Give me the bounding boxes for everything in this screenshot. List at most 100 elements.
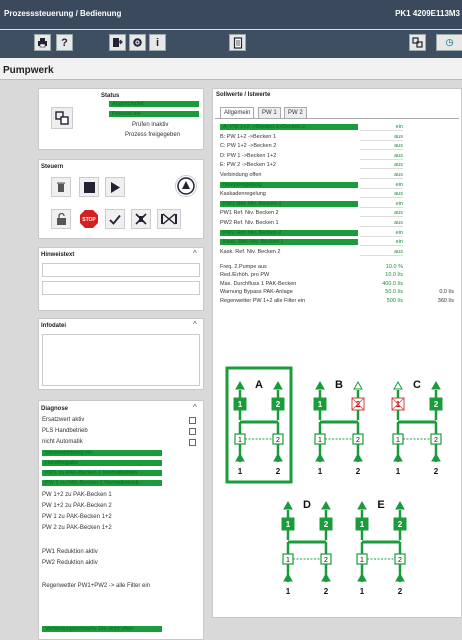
mode-label: D [303,499,311,511]
notes-field-2[interactable] [42,281,200,295]
parameter-value[interactable]: 50.0 l/s [360,289,403,295]
toolbar: ? i ◷ [0,30,462,58]
setpoint-row-label: B: PW 1+2 ->Becken 1 [220,133,276,140]
diagnosis-heading: Diagnose [41,406,69,412]
page-title: Pumpwerk [3,65,54,76]
chevron-up-icon[interactable]: ^ [193,320,197,329]
node-label: 1 [318,437,322,444]
play-icon[interactable] [105,177,125,197]
settings-icon[interactable] [129,34,146,51]
notes-field-1[interactable] [42,263,200,277]
diag-checkbox[interactable] [189,417,196,424]
pump-mode-icon[interactable] [175,175,197,197]
outlet-arrow [357,500,367,510]
pump-label: 2 [324,520,329,529]
parameter-value[interactable]: 10.0 % [360,264,403,270]
document-icon[interactable] [229,34,246,51]
unlock-icon[interactable] [51,209,71,229]
diag-footer-bar: Verbindungsschwelle Die nicht offen [42,626,162,632]
parameter-actual: 0.0 l/s [439,289,454,296]
notes-heading: Hinweistext [41,252,75,258]
plant-icon[interactable] [409,34,426,51]
setpoint-row-value: aus [360,220,403,227]
inlet-label: 1 [318,467,323,476]
setpoints-heading: Sollwerte / Istwerte [216,92,271,98]
info-icon[interactable]: i [149,34,166,51]
parameter-value[interactable]: 10.0 l/s [360,272,403,278]
diag-bar: Handfreigabe [42,460,162,466]
inlet-arrow [321,572,331,582]
diag-line: PW 1+2 zu PAK-Becken 2 [42,503,112,509]
parameter-label: Red./Erhöh. pro PW [220,272,270,279]
outlet-arrow [395,500,405,510]
setpoint-row-value: ein [360,239,403,247]
acknowledge-icon[interactable] [105,209,125,229]
title-bar: Prozesssteuerung / Bedienung PK1 4209E11… [0,0,462,29]
setpoint-row-label: Kaskadenregelung [220,191,266,198]
setpoint-row-value: ein [360,182,403,189]
diag-check-label: nicht Automatik [42,439,83,445]
status-panel: Status Angeschaltet Prozess ein Prüfen i… [38,88,204,150]
inlet-arrow [235,452,245,462]
node-label: 2 [398,557,402,564]
status-line-2: Prozess freigegeben [125,132,181,138]
help-icon[interactable]: ? [56,34,73,51]
chevron-up-icon[interactable]: ^ [193,249,197,258]
svg-text:STOP: STOP [82,217,96,223]
chevron-up-icon[interactable]: ^ [193,403,197,412]
station-id: PK1 4209E113M3 [395,9,460,18]
status-bar-2: Prozess ein [109,111,199,117]
setpoint-row-label: D: PW 1 ->Becken 1+2 [220,152,277,159]
node-label: 2 [434,437,438,444]
diag-line: Regenwetter PW1+PW2 -> alle Filter ein [42,583,151,589]
outlet-arrow [431,380,441,390]
setpoint-row-label: Niveauregelung [220,181,358,188]
diag-bar: PW 2 zu PAK-Becken 2 Normalbetrieb [42,480,162,486]
setpoint-row-label: Kask. Ref. Niv. Becken 2 [220,248,281,255]
outlet-arrow [353,380,363,390]
status-heading: Status [101,93,120,99]
window-title: Prozesssteuerung / Bedienung [4,9,122,18]
inlet-arrow [283,572,293,582]
inlet-label: 2 [324,587,329,596]
pump-label: 2 [398,520,403,529]
printer-icon[interactable] [34,34,51,51]
parameter-value[interactable]: 500 l/s [360,298,403,304]
stop-square-icon[interactable] [79,177,99,197]
node-label: 1 [396,437,400,444]
parameter-label: Freq. 2.Pumpe aus [220,264,267,270]
setpoint-row-value: aus [360,191,403,199]
parameter-value[interactable]: 400.0 l/s [360,281,403,287]
pump-label: 1 [286,520,291,529]
parameter-label: Warnung Bypass PAK-Anlage [220,289,293,296]
stop-sign-icon[interactable]: STOP [77,207,101,231]
inlet-label: 1 [396,467,401,476]
trash-icon[interactable] [51,177,71,197]
inlet-label: 2 [434,467,439,476]
export-icon[interactable] [109,34,126,51]
diag-line: PW 2 zu PAK-Becken 1+2 [42,525,112,531]
notes-panel: Hinweistext ^ [38,247,204,311]
more-icon[interactable]: ◷ [436,34,462,51]
setpoint-row-value: ein [360,201,403,208]
diag-line: PW 1 zu PAK-Becken 1+2 [42,514,112,520]
parameter-label: Regenwetter PW 1+2 alle Filter ein [220,297,306,304]
setpoint-row-label: Kask. Ref. Niv. Becken 1 [220,239,358,246]
valve-icon[interactable] [157,209,181,229]
outlet-arrow [393,380,403,390]
diag-checkbox[interactable] [189,439,196,446]
diag-checkbox[interactable] [189,428,196,435]
inlet-label: 2 [356,467,361,476]
pump-off-icon[interactable] [131,209,151,229]
setpoint-row-value: aus [360,249,403,256]
status-bar-1: Angeschaltet [109,101,199,107]
node-label: 2 [276,437,280,444]
setpoint-row-label: PW2 Ref. Niv. Becken 1 [220,220,279,226]
outlet-arrow [315,380,325,390]
outlet-arrow [321,500,331,510]
setpoint-row-label: A: PW 1+2 ->Becken 1+Becken 2 [220,124,358,130]
node-label: 2 [324,557,328,564]
node-label: 2 [356,437,360,444]
inlet-arrow [273,452,283,462]
info-file-area[interactable] [42,334,200,386]
